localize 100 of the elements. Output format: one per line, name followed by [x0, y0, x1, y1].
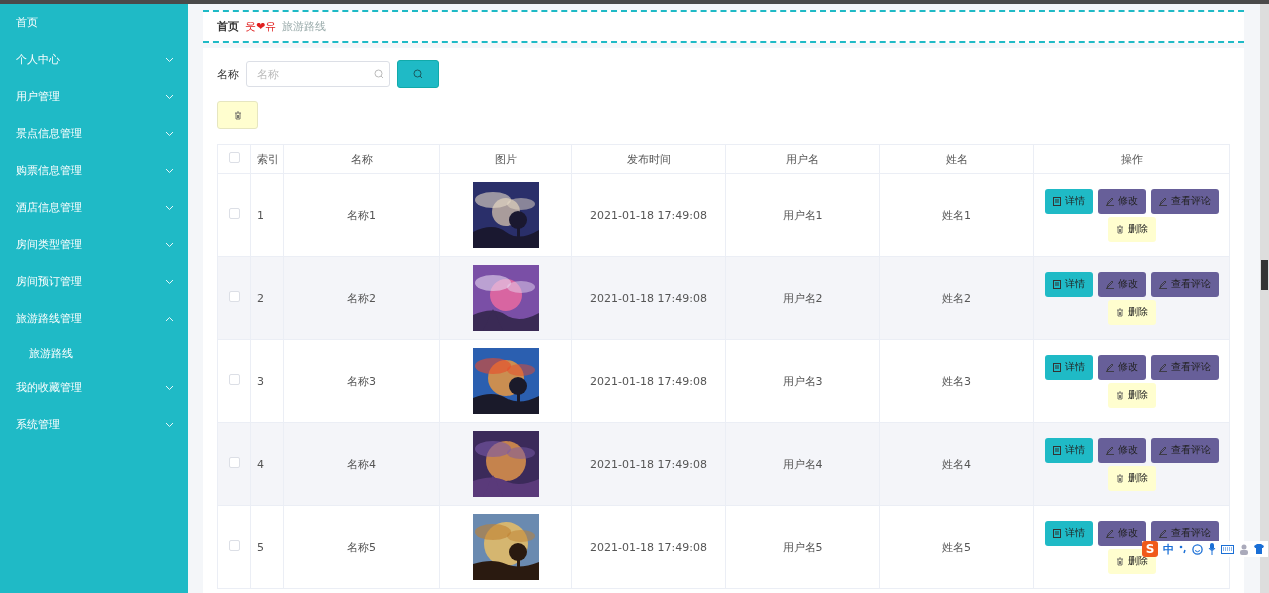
- trash-icon: [1115, 224, 1124, 234]
- column-header: 用户名: [725, 144, 880, 174]
- row-checkbox[interactable]: [228, 291, 240, 302]
- row-checkbox[interactable]: [228, 208, 240, 219]
- column-header: 索引: [250, 144, 284, 174]
- microphone-icon[interactable]: [1208, 543, 1216, 555]
- delete-button[interactable]: 删除: [1107, 299, 1156, 325]
- sidebar-item[interactable]: 景点信息管理: [0, 115, 188, 152]
- row-checkbox[interactable]: [228, 374, 240, 385]
- sidebar-item[interactable]: 旅游路线管理: [0, 300, 188, 337]
- pencil-icon: [1158, 279, 1167, 289]
- sidebar-item[interactable]: 酒店信息管理: [0, 189, 188, 226]
- pencil-icon: [1105, 445, 1114, 455]
- sidebar-item[interactable]: 系统管理: [0, 406, 188, 443]
- search-icon: [413, 69, 423, 79]
- search-icon: [374, 69, 384, 79]
- table-cell: 姓名3: [879, 339, 1034, 423]
- table-cell: 名称2: [283, 256, 440, 340]
- edit-button[interactable]: 修改: [1097, 437, 1146, 463]
- sidebar-subitem[interactable]: 旅游路线: [0, 337, 188, 369]
- table-cell: 姓名5: [879, 505, 1034, 589]
- edit-button[interactable]: 修改: [1097, 188, 1146, 214]
- pencil-icon: [1158, 362, 1167, 372]
- table-cell: 名称4: [283, 422, 440, 506]
- keyboard-icon[interactable]: [1221, 544, 1234, 554]
- breadcrumb-link[interactable]: 首页: [217, 19, 239, 34]
- document-icon: [1052, 196, 1061, 206]
- smiley-icon[interactable]: [1192, 543, 1203, 555]
- search-button[interactable]: [397, 60, 439, 88]
- comment-button[interactable]: 查看评论: [1150, 188, 1219, 214]
- table-cell: 用户名5: [725, 505, 880, 589]
- detail-button[interactable]: 详情: [1044, 354, 1093, 380]
- table-cell: 5: [250, 505, 284, 589]
- sidebar-item[interactable]: 个人中心: [0, 41, 188, 78]
- pencil-icon: [1105, 362, 1114, 372]
- table-cell: 4: [250, 422, 284, 506]
- punctuation-icon[interactable]: [1179, 544, 1187, 554]
- table-cell: 姓名1: [879, 173, 1034, 257]
- table-cell: 用户名4: [725, 422, 880, 506]
- ime-logo[interactable]: S: [1142, 541, 1158, 557]
- sidebar-item[interactable]: 购票信息管理: [0, 152, 188, 189]
- search-label: 名称: [217, 66, 239, 82]
- detail-button[interactable]: 详情: [1044, 437, 1093, 463]
- table-cell: 名称1: [283, 173, 440, 257]
- table-cell: 姓名2: [879, 256, 1034, 340]
- table-cell: 3: [250, 339, 284, 423]
- document-icon: [1052, 362, 1061, 372]
- sidebar-item[interactable]: 房间预订管理: [0, 263, 188, 300]
- delete-button[interactable]: 删除: [1107, 216, 1156, 242]
- row-checkbox[interactable]: [228, 540, 240, 551]
- table-cell: 用户名1: [725, 173, 880, 257]
- delete-button[interactable]: 删除: [1107, 465, 1156, 491]
- delete-button[interactable]: 删除: [1107, 382, 1156, 408]
- table-cell: 姓名4: [879, 422, 1034, 506]
- pencil-icon: [1158, 445, 1167, 455]
- sidebar-item[interactable]: 我的收藏管理: [0, 369, 188, 406]
- table-cell: 2021-01-18 17:49:08: [571, 505, 726, 589]
- comment-button[interactable]: 查看评论: [1150, 354, 1219, 380]
- table-cell: 2021-01-18 17:49:08: [571, 339, 726, 423]
- trash-icon: [1115, 307, 1124, 317]
- table-cell: 用户名3: [725, 339, 880, 423]
- comment-button[interactable]: 查看评论: [1150, 271, 1219, 297]
- edit-button[interactable]: 修改: [1097, 354, 1146, 380]
- pencil-icon: [1105, 196, 1114, 206]
- trash-icon: [1115, 556, 1124, 566]
- detail-button[interactable]: 详情: [1044, 271, 1093, 297]
- person-icon[interactable]: [1239, 543, 1249, 555]
- column-header: 图片: [439, 144, 572, 174]
- sidebar-item[interactable]: 房间类型管理: [0, 226, 188, 263]
- trash-icon: [1115, 390, 1124, 400]
- row-checkbox[interactable]: [228, 457, 240, 468]
- trash-icon: [233, 110, 242, 120]
- shirt-icon[interactable]: [1254, 544, 1264, 554]
- table-cell: 2021-01-18 17:49:08: [571, 422, 726, 506]
- detail-button[interactable]: 详情: [1044, 188, 1093, 214]
- edit-button[interactable]: 修改: [1097, 520, 1146, 546]
- edit-button[interactable]: 修改: [1097, 271, 1146, 297]
- select-all-checkbox[interactable]: [228, 152, 240, 163]
- document-icon: [1052, 279, 1061, 289]
- pencil-icon: [1158, 196, 1167, 206]
- table-cell: 名称5: [283, 505, 440, 589]
- breadcrumb-separator: 웃❤유: [245, 19, 277, 34]
- sidebar-item[interactable]: 用户管理: [0, 78, 188, 115]
- breadcrumb-current: 旅游路线: [282, 19, 327, 34]
- scrollbar-thumb[interactable]: [1261, 260, 1268, 290]
- table-cell: 用户名2: [725, 256, 880, 340]
- document-icon: [1052, 445, 1061, 455]
- column-header: 操作: [1033, 144, 1230, 174]
- table-cell: 2021-01-18 17:49:08: [571, 256, 726, 340]
- table-cell: 名称3: [283, 339, 440, 423]
- comment-button[interactable]: 查看评论: [1150, 437, 1219, 463]
- sidebar-item[interactable]: 首页: [0, 4, 188, 41]
- column-header: 发布时间: [571, 144, 726, 174]
- table-cell: 1: [250, 173, 284, 257]
- pencil-icon: [1158, 528, 1167, 538]
- detail-button[interactable]: 详情: [1044, 520, 1093, 546]
- delete-button[interactable]: [217, 101, 258, 129]
- pencil-icon: [1105, 528, 1114, 538]
- column-header: 姓名: [879, 144, 1034, 174]
- search-field[interactable]: 名称: [246, 61, 390, 87]
